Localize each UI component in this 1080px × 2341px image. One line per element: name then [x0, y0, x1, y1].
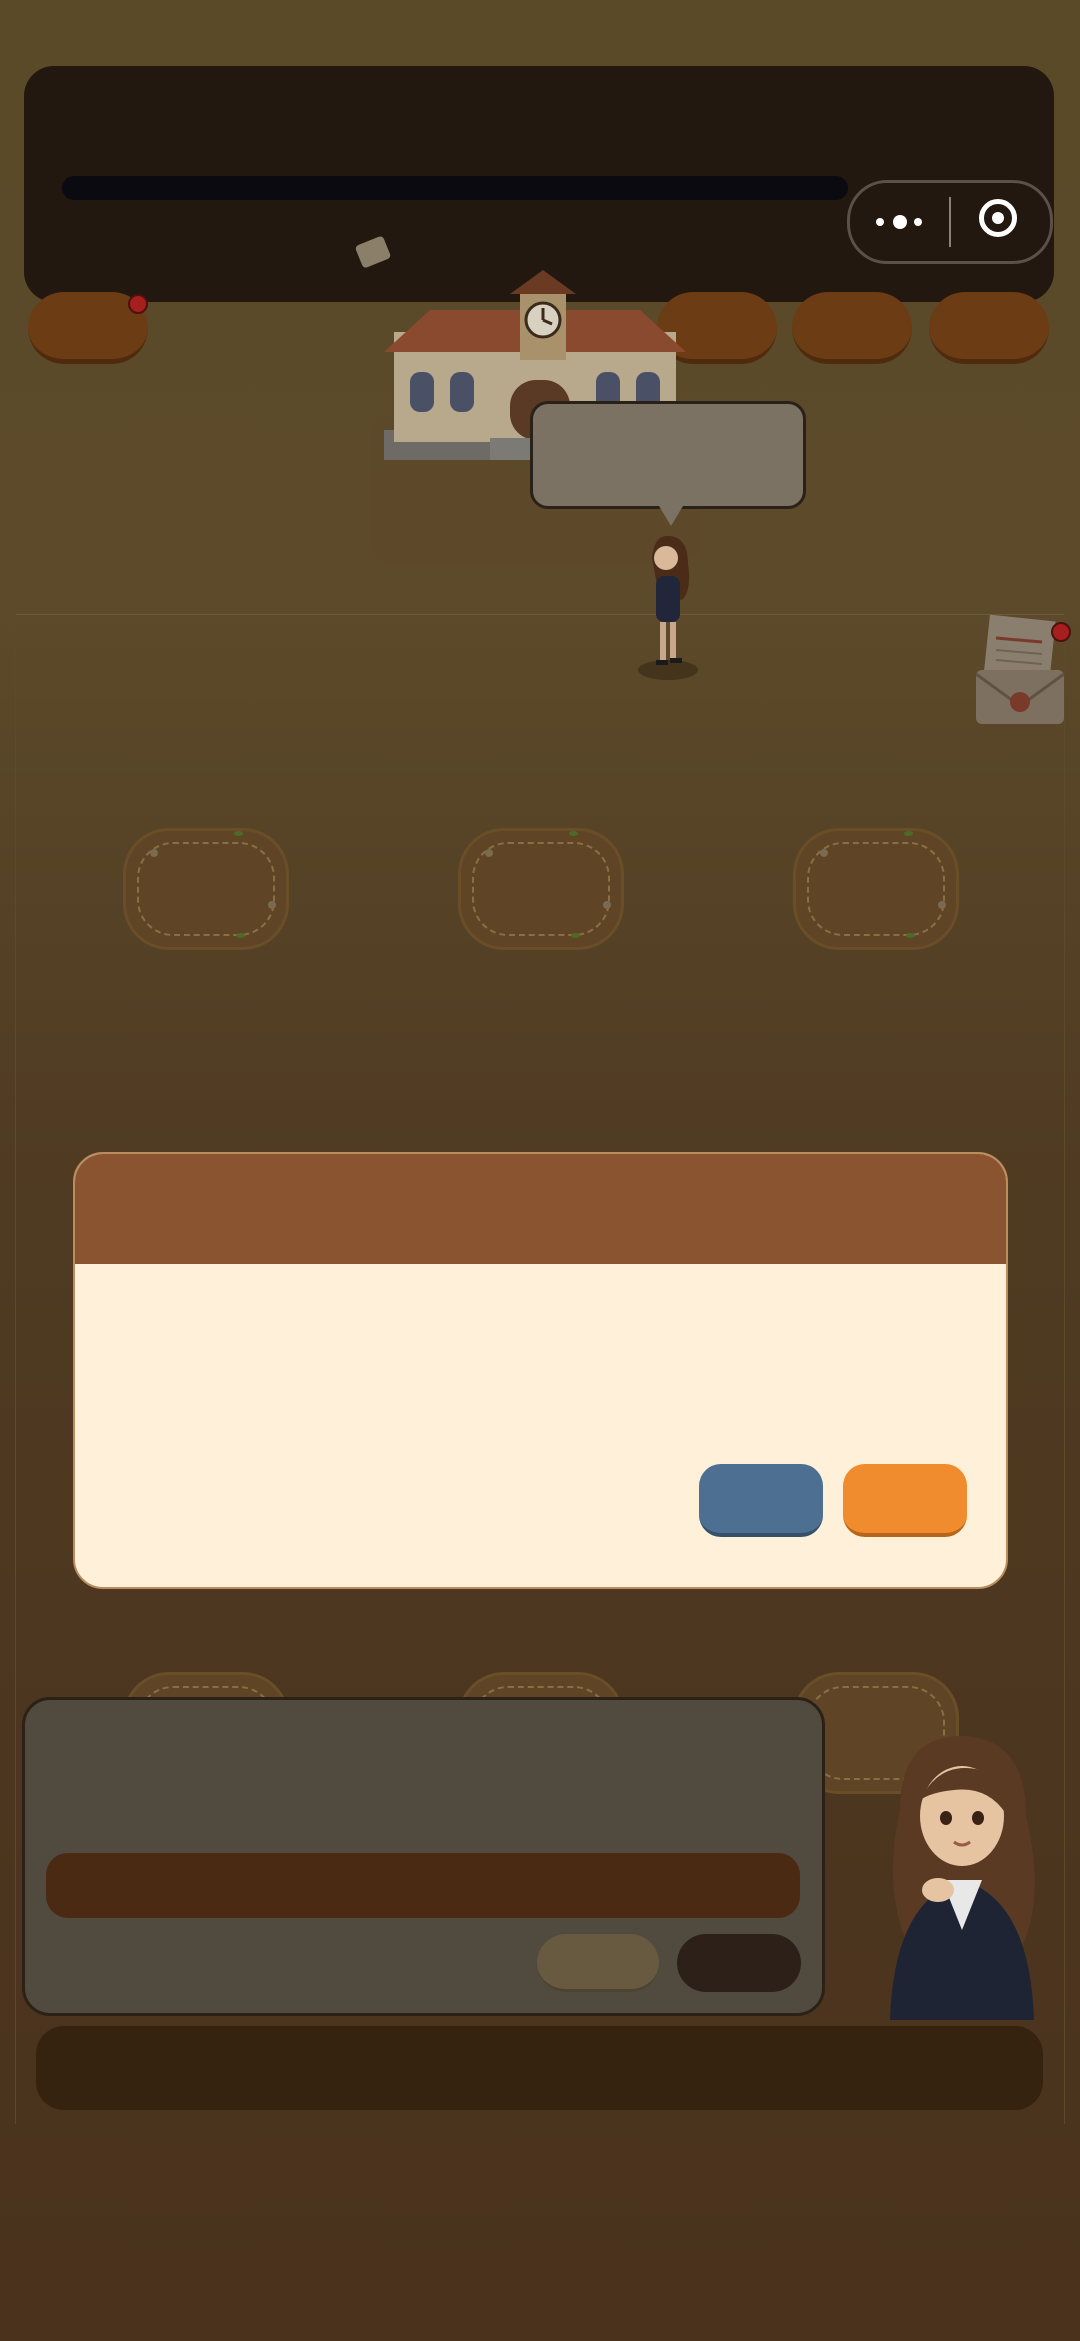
dialog-header — [75, 1154, 1006, 1264]
bottom-footer-bar — [36, 2026, 1043, 2110]
scene-edge-left — [15, 614, 16, 2124]
more-dots-icon[interactable] — [876, 214, 926, 230]
notice-notification-dot — [1051, 622, 1071, 642]
dialog-cancel-button[interactable] — [699, 1464, 823, 1537]
speech-bubble — [530, 401, 806, 526]
secretary-portrait — [890, 1736, 1035, 2020]
farm-plot-3[interactable] — [793, 828, 959, 950]
capsule-divider — [949, 197, 951, 247]
mini-program-capsule — [847, 180, 1053, 264]
hud-progress-bar — [62, 176, 848, 200]
scene-boundary-line — [15, 614, 1065, 615]
farm-plot-1[interactable] — [123, 828, 289, 950]
dialog-confirm-button[interactable] — [843, 1464, 967, 1537]
hud-button-2[interactable] — [792, 292, 912, 364]
close-target-icon[interactable] — [979, 199, 1017, 237]
farm-plot-2[interactable] — [458, 828, 624, 950]
narration-text-bar — [46, 1853, 800, 1918]
notification-dot — [128, 294, 148, 314]
scene-edge-right — [1064, 614, 1065, 2124]
narration-skip-button[interactable] — [537, 1934, 659, 1992]
narration-next-button[interactable] — [677, 1934, 801, 1992]
hud-button-3[interactable] — [929, 292, 1049, 364]
secretary-girl-character[interactable] — [632, 530, 704, 685]
